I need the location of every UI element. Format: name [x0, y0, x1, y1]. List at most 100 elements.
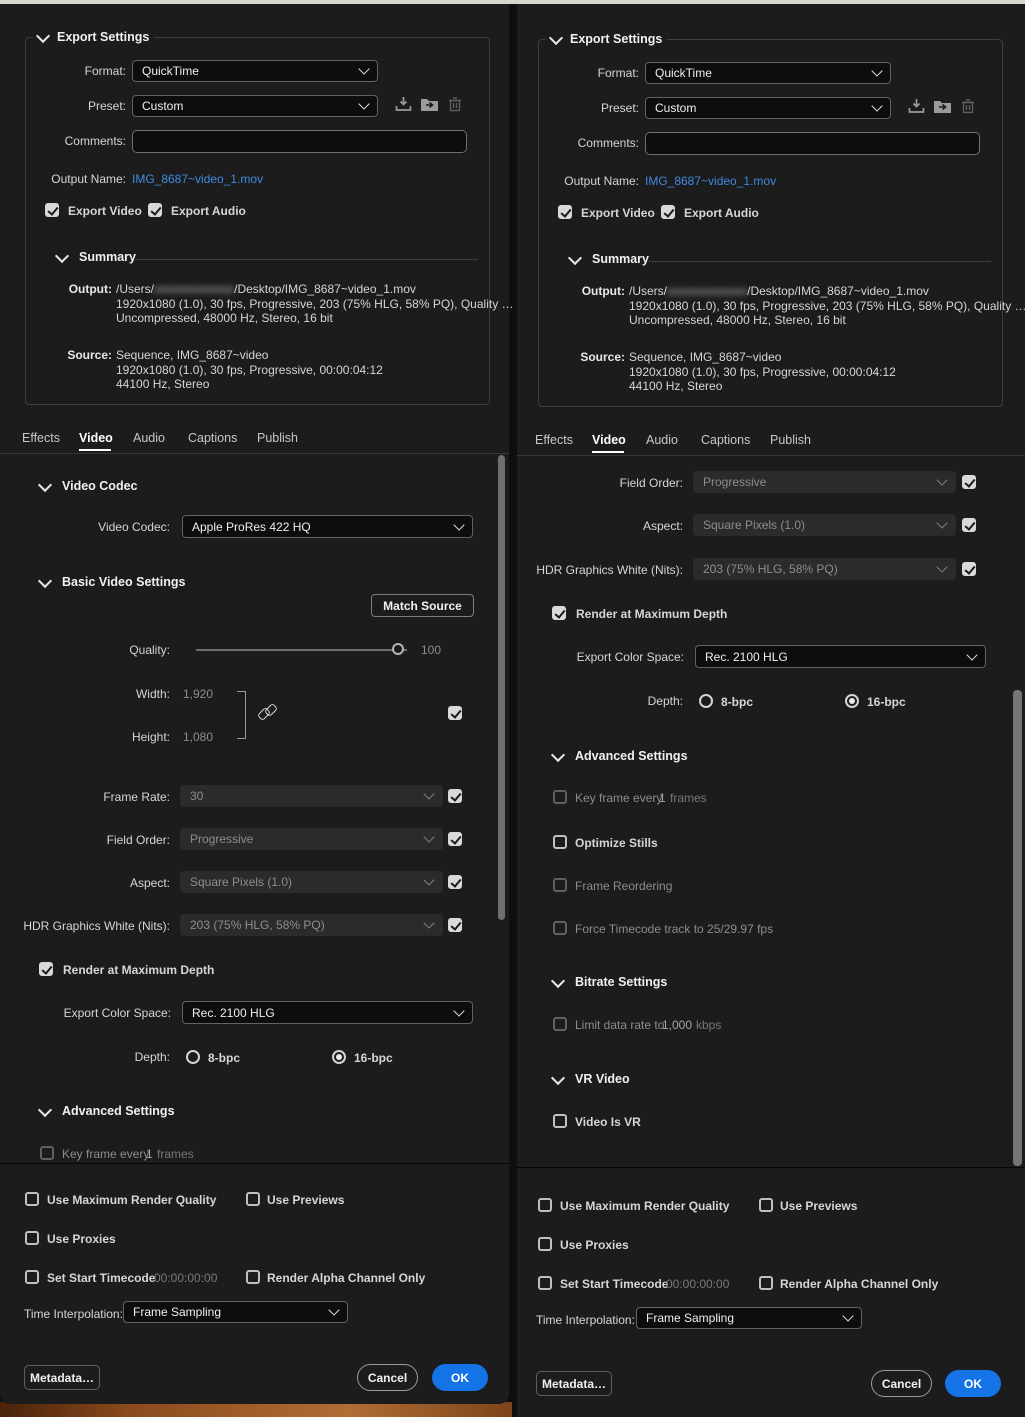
- import-preset-icon[interactable]: [420, 97, 439, 111]
- chevron-down-icon: [966, 649, 977, 660]
- right-ok-button[interactable]: OK: [945, 1370, 1001, 1397]
- left-tab-effects[interactable]: Effects: [22, 431, 60, 445]
- left-frame-rate-checkbox[interactable]: [448, 789, 462, 803]
- left-video-codec-dropdown[interactable]: Apple ProRes 422 HQ: [182, 515, 473, 538]
- left-hdr-dropdown: 203 (75% HLG, 58% PQ): [180, 914, 443, 936]
- right-use-max-render-quality-checkbox[interactable]: [538, 1198, 552, 1212]
- left-tab-video[interactable]: Video: [79, 431, 113, 445]
- left-field-order-dropdown: Progressive: [180, 828, 443, 850]
- left-width-label: Width:: [20, 687, 170, 701]
- right-format-dropdown[interactable]: QuickTime: [645, 62, 891, 84]
- right-depth-16bpc-label: 16-bpc: [867, 695, 906, 709]
- left-keyframe-checkbox: [40, 1146, 54, 1160]
- left-depth-8bpc-radio[interactable]: [186, 1050, 200, 1064]
- right-field-order-checkbox[interactable]: [962, 475, 976, 489]
- chevron-down-icon: [423, 831, 434, 842]
- right-render-alpha-checkbox[interactable]: [759, 1276, 773, 1290]
- left-size-checkbox[interactable]: [448, 706, 462, 720]
- left-output-name-label: Output Name:: [20, 172, 126, 186]
- right-export-color-space-dropdown[interactable]: Rec. 2100 HLG: [695, 645, 986, 668]
- left-tab-publish[interactable]: Publish: [257, 431, 298, 445]
- left-format-dropdown[interactable]: QuickTime: [132, 60, 378, 82]
- left-summary-header[interactable]: Summary: [57, 250, 136, 264]
- right-export-video-checkbox[interactable]: [558, 205, 572, 219]
- right-render-max-depth-label: Render at Maximum Depth: [576, 607, 727, 621]
- left-aspect-checkbox[interactable]: [448, 875, 462, 889]
- left-time-interpolation-dropdown[interactable]: Frame Sampling: [123, 1301, 348, 1323]
- summary-output-line3: Uncompressed, 48000 Hz, Stereo, 16 bit: [116, 311, 333, 325]
- right-hdr-checkbox[interactable]: [962, 562, 976, 576]
- right-scrollbar-thumb[interactable]: [1013, 690, 1022, 1166]
- left-hdr-checkbox[interactable]: [448, 918, 462, 932]
- right-preset-dropdown[interactable]: Custom: [645, 97, 891, 119]
- left-metadata-button[interactable]: Metadata…: [24, 1365, 100, 1390]
- right-time-interpolation-label: Time Interpolation:: [536, 1313, 635, 1327]
- left-render-alpha-checkbox[interactable]: [246, 1270, 260, 1284]
- left-use-previews-checkbox[interactable]: [246, 1192, 260, 1206]
- summary-source-label: Source:: [20, 348, 112, 362]
- left-export-video-checkbox[interactable]: [45, 203, 59, 217]
- save-preset-icon[interactable]: [395, 96, 412, 112]
- left-scrollbar-thumb[interactable]: [498, 455, 505, 920]
- summary-title: Summary: [79, 250, 136, 264]
- left-export-color-space-dropdown[interactable]: Rec. 2100 HLG: [182, 1001, 473, 1024]
- left-use-max-render-quality-checkbox[interactable]: [25, 1192, 39, 1206]
- right-tab-effects[interactable]: Effects: [535, 433, 573, 447]
- left-output-name-link[interactable]: IMG_8687~video_1.mov: [132, 172, 263, 186]
- chevron-down-icon: [551, 1070, 565, 1084]
- left-advanced-settings-header[interactable]: Advanced Settings: [40, 1104, 175, 1118]
- left-bottom-divider: [0, 1163, 509, 1164]
- right-advanced-settings-header[interactable]: Advanced Settings: [553, 749, 688, 763]
- link-dimensions-icon[interactable]: [258, 705, 278, 718]
- left-quality-label: Quality:: [20, 643, 170, 657]
- right-cancel-button[interactable]: Cancel: [871, 1370, 932, 1397]
- right-comments-input[interactable]: [645, 132, 980, 155]
- right-tab-publish[interactable]: Publish: [770, 433, 811, 447]
- right-tab-video[interactable]: Video: [592, 433, 626, 447]
- left-set-start-timecode-checkbox[interactable]: [25, 1270, 39, 1284]
- left-tab-captions[interactable]: Captions: [188, 431, 237, 445]
- left-video-codec-header[interactable]: Video Codec: [40, 479, 137, 493]
- right-summary-header[interactable]: Summary: [570, 252, 649, 266]
- right-export-settings-header[interactable]: Export Settings: [546, 31, 667, 47]
- left-comments-input[interactable]: [132, 130, 467, 153]
- left-use-proxies-checkbox[interactable]: [25, 1231, 39, 1245]
- left-preset-dropdown[interactable]: Custom: [132, 95, 378, 117]
- save-preset-icon[interactable]: [908, 98, 925, 114]
- right-depth-8bpc-radio[interactable]: [699, 694, 713, 708]
- left-cancel-button[interactable]: Cancel: [357, 1364, 418, 1391]
- left-depth-16bpc-radio[interactable]: [332, 1050, 346, 1064]
- right-output-name-link[interactable]: IMG_8687~video_1.mov: [645, 174, 776, 188]
- chevron-down-icon: [871, 100, 882, 111]
- left-basic-video-settings-header[interactable]: Basic Video Settings: [40, 575, 185, 589]
- right-time-interpolation-dropdown[interactable]: Frame Sampling: [636, 1307, 862, 1329]
- right-render-max-depth-checkbox[interactable]: [552, 606, 566, 620]
- left-height-value: 1,080: [183, 730, 213, 744]
- right-depth-16bpc-radio[interactable]: [845, 694, 859, 708]
- quality-slider-knob[interactable]: [392, 643, 404, 655]
- left-render-max-depth-label: Render at Maximum Depth: [63, 963, 214, 977]
- right-use-proxies-checkbox[interactable]: [538, 1237, 552, 1251]
- right-vr-video-header[interactable]: VR Video: [553, 1072, 630, 1086]
- left-export-audio-checkbox[interactable]: [148, 203, 162, 217]
- chevron-down-icon: [423, 874, 434, 885]
- match-source-button[interactable]: Match Source: [371, 594, 474, 617]
- right-export-audio-checkbox[interactable]: [661, 205, 675, 219]
- summary-output-label: Output:: [20, 282, 112, 296]
- right-metadata-button[interactable]: Metadata…: [536, 1371, 612, 1396]
- left-ok-button[interactable]: OK: [432, 1364, 488, 1391]
- left-export-settings-header[interactable]: Export Settings: [33, 29, 154, 45]
- quality-value: 100: [421, 643, 441, 657]
- left-tab-audio[interactable]: Audio: [133, 431, 165, 445]
- right-aspect-checkbox[interactable]: [962, 518, 976, 532]
- right-bitrate-settings-header[interactable]: Bitrate Settings: [553, 975, 667, 989]
- import-preset-icon[interactable]: [933, 99, 952, 113]
- left-render-max-depth-checkbox[interactable]: [39, 962, 53, 976]
- right-set-start-timecode-checkbox[interactable]: [538, 1276, 552, 1290]
- left-field-order-checkbox[interactable]: [448, 832, 462, 846]
- right-video-is-vr-checkbox[interactable]: [553, 1114, 567, 1128]
- right-use-previews-checkbox[interactable]: [759, 1198, 773, 1212]
- right-tab-audio[interactable]: Audio: [646, 433, 678, 447]
- right-tab-captions[interactable]: Captions: [701, 433, 750, 447]
- right-optimize-stills-checkbox[interactable]: [553, 835, 567, 849]
